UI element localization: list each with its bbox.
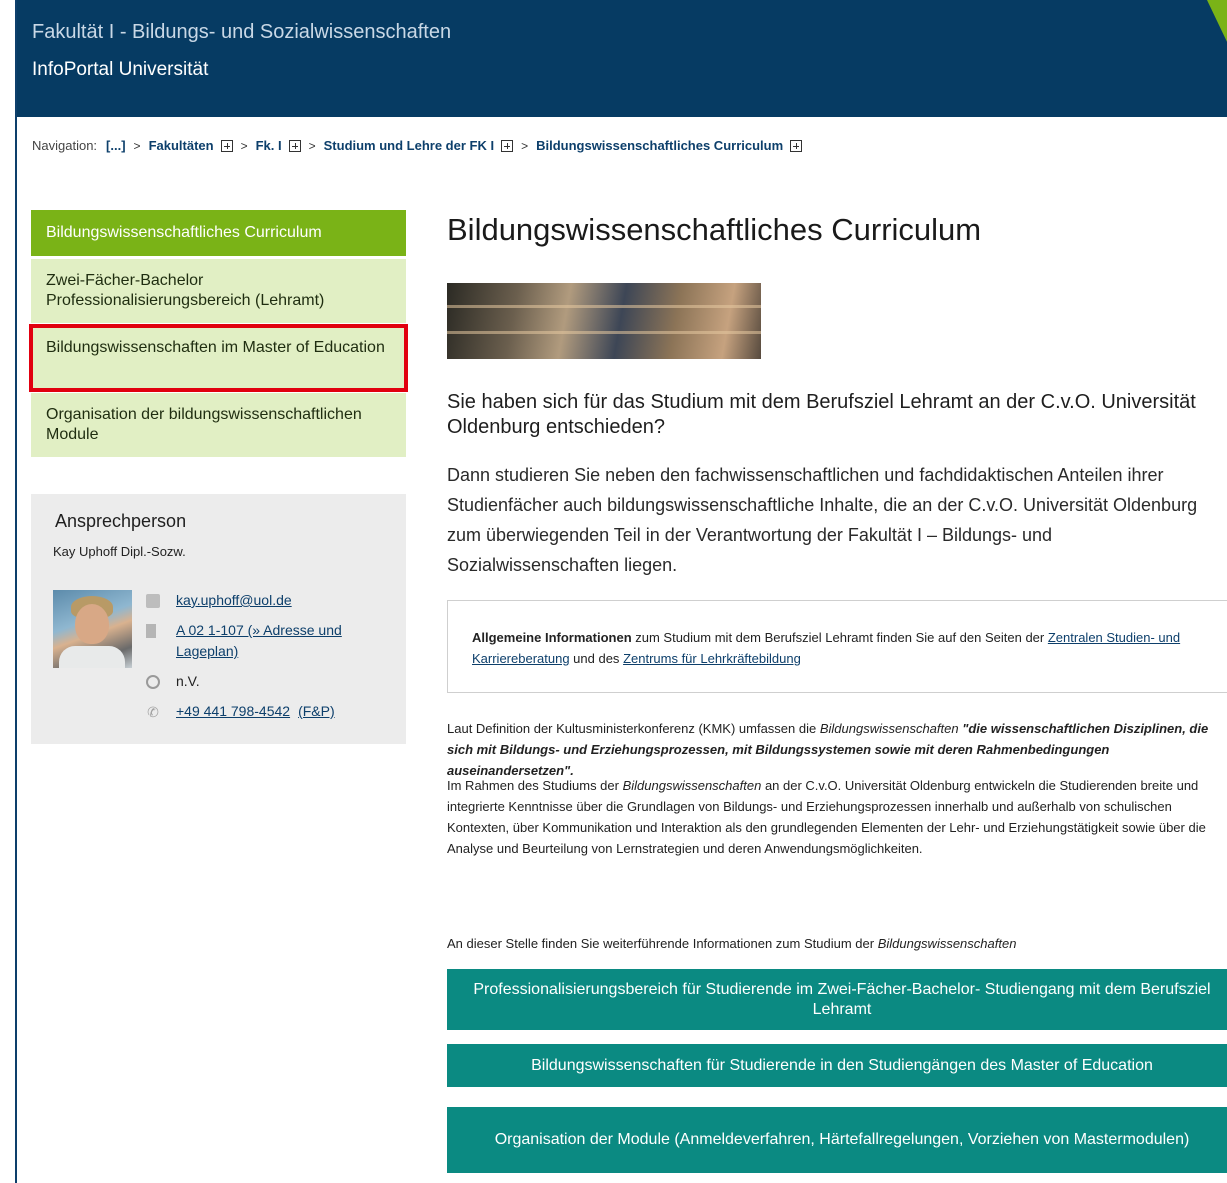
breadcrumb-item-studium-lehre[interactable]: Studium und Lehre der FK I: [324, 138, 494, 153]
contact-phone-link[interactable]: +49 441 798-4542: [176, 701, 290, 722]
info-box-text: und des: [569, 651, 624, 666]
button-bachelor-professionalisierung[interactable]: Professionalisierungsbereich für Studier…: [447, 969, 1227, 1030]
breadcrumb-item-curriculum[interactable]: Bildungswissenschaftliches Curriculum: [536, 138, 783, 153]
lead-question: Sie haben sich für das Studium mit dem B…: [447, 391, 1196, 438]
plus-square-icon[interactable]: [288, 139, 301, 152]
brand-corner-accent: [1207, 0, 1227, 46]
contact-room-link[interactable]: A 02 1-107 (» Adresse und Lageplan): [176, 620, 386, 662]
portal-title[interactable]: InfoPortal Universität: [32, 59, 208, 81]
sidenav-item-bachelor[interactable]: Zwei-Fächer-Bachelor Professionalisierun…: [31, 259, 406, 323]
button-master-of-education[interactable]: Bildungswissenschaften für Studierende i…: [447, 1044, 1227, 1087]
contact-photo: [53, 590, 132, 668]
breadcrumb-item-fakultaeten[interactable]: Fakultäten: [149, 138, 214, 153]
plus-square-icon[interactable]: [790, 139, 803, 152]
info-box-text: zum Studium mit dem Berufsziel Lehramt f…: [631, 630, 1048, 645]
lecture-hall-image: [447, 283, 761, 359]
breadcrumb-separator: >: [240, 138, 248, 153]
mail-icon: [146, 594, 160, 608]
emphasis: Bildungswissenschaften: [877, 936, 1017, 951]
photo-shirt: [59, 646, 125, 668]
page-title: Bildungswissenschaftliches Curriculum: [447, 212, 982, 247]
breadcrumb-separator: >: [521, 138, 529, 153]
text: Laut Definition der Kultusministerkonfer…: [447, 721, 820, 736]
sidenav-item-master-of-education[interactable]: Bildungswissenschaften im Master of Educ…: [29, 324, 408, 392]
contact-email-row: kay.uphoff@uol.de: [146, 590, 386, 611]
info-box-bold: Allgemeine Informationen: [472, 630, 632, 645]
breadcrumb: Navigation: [...] > Fakultäten > Fk. I >…: [32, 138, 803, 153]
contact-hours: n.V.: [176, 673, 200, 689]
text: Im Rahmen des Studiums der: [447, 778, 623, 793]
image-detail: [447, 305, 761, 308]
emphasis: Bildungswissenschaften: [622, 778, 762, 793]
contact-email-link[interactable]: kay.uphoff@uol.de: [176, 590, 292, 611]
sidenav-item-module-organisation[interactable]: Organisation der bildungswissenschaftlic…: [31, 393, 406, 457]
main-content: Bildungswissenschaftliches Curriculum Si…: [447, 210, 1227, 1173]
plus-square-icon[interactable]: [220, 139, 233, 152]
breadcrumb-separator: >: [133, 138, 141, 153]
text: An dieser Stelle finden Sie weiterführen…: [447, 936, 878, 951]
contact-room-row: A 02 1-107 (» Adresse und Lageplan): [146, 620, 386, 662]
further-info-paragraph: An dieser Stelle finden Sie weiterführen…: [447, 933, 1227, 954]
clock-icon: [146, 675, 160, 689]
contact-phone-extra-link[interactable]: (F&P): [298, 701, 335, 722]
emphasis: Bildungswissenschaften: [819, 721, 959, 736]
phone-icon: ✆: [147, 704, 159, 720]
info-box: Allgemeine Informationen zum Studium mit…: [447, 600, 1227, 693]
sidenav-item-curriculum[interactable]: Bildungswissenschaftliches Curriculum: [31, 210, 406, 256]
definition-paragraph: Laut Definition der Kultusministerkonfer…: [447, 718, 1227, 781]
plus-square-icon[interactable]: [501, 139, 514, 152]
faculty-title[interactable]: Fakultät I - Bildungs- und Sozialwissens…: [32, 21, 451, 44]
button-module-organisation[interactable]: Organisation der Module (Anmeldeverfahre…: [447, 1107, 1227, 1173]
contact-details: kay.uphoff@uol.de A 02 1-107 (» Adresse …: [146, 590, 386, 731]
breadcrumb-separator: >: [308, 138, 316, 153]
contact-box: Ansprechperson Kay Uphoff Dipl.-Sozw. ka…: [31, 494, 406, 744]
photo-face: [75, 604, 109, 644]
page-frame: Fakultät I - Bildungs- und Sozialwissens…: [15, 0, 1227, 1183]
contact-name: Kay Uphoff Dipl.-Sozw.: [53, 544, 186, 559]
breadcrumb-item-fk1[interactable]: Fk. I: [256, 138, 282, 153]
contact-phone-row: ✆ +49 441 798-4542 (F&P): [146, 701, 386, 722]
link-lehrkraeftebildung[interactable]: Zentrums für Lehrkräftebildung: [623, 651, 801, 666]
contact-hours-row: n.V.: [146, 671, 386, 692]
study-paragraph: Im Rahmen des Studiums der Bildungswisse…: [447, 775, 1227, 859]
intro-paragraph: Dann studieren Sie neben den fachwissens…: [447, 465, 1198, 575]
image-detail: [447, 331, 761, 334]
building-icon: [146, 624, 156, 638]
side-navigation: Bildungswissenschaftliches Curriculum Zw…: [29, 210, 408, 460]
breadcrumb-item-root[interactable]: [...]: [106, 138, 126, 153]
site-header: Fakultät I - Bildungs- und Sozialwissens…: [17, 0, 1227, 117]
contact-title: Ansprechperson: [55, 511, 187, 531]
breadcrumb-label: Navigation:: [32, 138, 98, 153]
